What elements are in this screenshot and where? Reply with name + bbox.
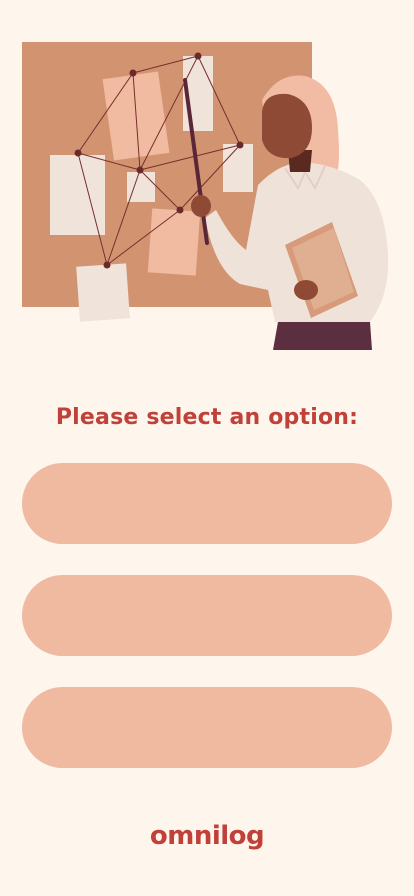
option-button-1[interactable]	[22, 463, 392, 544]
skirt	[273, 322, 372, 350]
presentation-illustration	[22, 42, 389, 350]
option-button-2[interactable]	[22, 575, 392, 656]
hand	[191, 195, 211, 217]
paper-card	[127, 172, 155, 202]
omnilog-logo: omnilog	[149, 821, 265, 851]
paper-card	[223, 144, 253, 192]
option-button-3[interactable]	[22, 687, 392, 768]
prompt-heading: Please select an option:	[55, 405, 359, 430]
paper-card	[76, 263, 130, 322]
paper-card	[50, 155, 105, 235]
paper-card	[147, 208, 201, 276]
hand	[294, 280, 318, 300]
